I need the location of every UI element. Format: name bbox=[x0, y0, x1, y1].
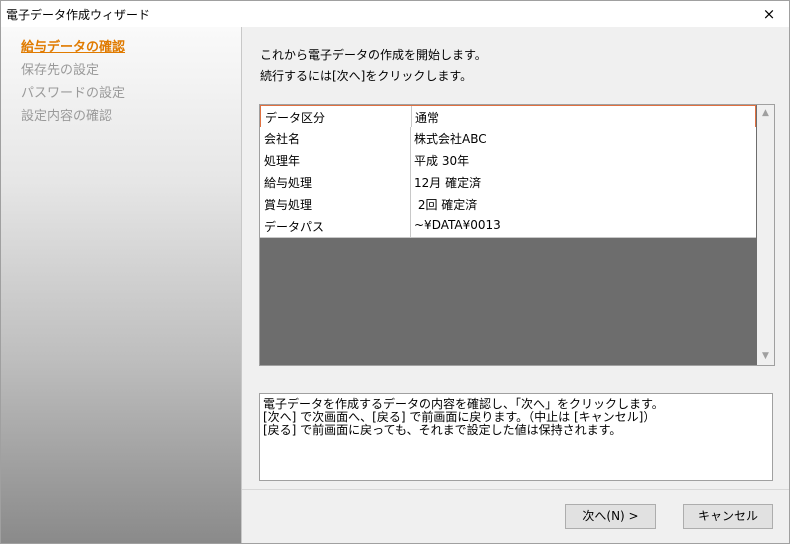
step-password-setting: パスワードの設定 bbox=[21, 86, 126, 101]
main-panel: これから電子データの作成を開始します。 続行するには[次へ]をクリックします。 … bbox=[242, 27, 789, 543]
close-icon[interactable]: × bbox=[749, 1, 789, 27]
cell-key: データ区分 bbox=[265, 111, 326, 125]
table-row[interactable]: 会社名 株式会社ABC bbox=[260, 127, 756, 150]
cell-value: ~¥DATA¥0013 bbox=[414, 218, 501, 232]
cell-value: 平成 30年 bbox=[414, 154, 470, 168]
cell-key: 会社名 bbox=[264, 132, 301, 146]
cell-value: 株式会社ABC bbox=[414, 132, 487, 146]
cell-value: 2回 確定済 bbox=[414, 198, 478, 212]
scroll-down-icon[interactable]: ▼ bbox=[757, 348, 774, 365]
cell-value: 12月 確定済 bbox=[414, 176, 482, 190]
description-box: 電子データを作成するデータの内容を確認し、「次へ」をクリックします。 [次へ] … bbox=[259, 393, 773, 481]
intro-line-1: これから電子データの作成を開始します。 bbox=[260, 48, 487, 62]
description-line-3: [戻る] で前画面に戻っても、それまで設定した値は保持されます。 bbox=[263, 423, 622, 437]
table-row[interactable]: データ区分 通常 bbox=[260, 105, 756, 128]
step-salary-data-check: 給与データの確認 bbox=[21, 40, 126, 55]
column-separator bbox=[410, 171, 411, 193]
window-title: 電子データ作成ウィザード bbox=[6, 8, 151, 22]
column-separator bbox=[410, 215, 411, 237]
cell-key: 給与処理 bbox=[264, 176, 313, 190]
table-row[interactable]: データパス ~¥DATA¥0013 bbox=[260, 215, 756, 238]
cell-key: 賞与処理 bbox=[264, 198, 313, 212]
cell-key: 処理年 bbox=[264, 154, 301, 168]
cell-key: データパス bbox=[264, 220, 325, 234]
wizard-window: 電子データ作成ウィザード × 給与データの確認 保存先の設定 パスワードの設定 … bbox=[0, 0, 790, 544]
cancel-button[interactable]: キャンセル bbox=[683, 504, 773, 529]
column-separator bbox=[410, 127, 411, 149]
footer-divider bbox=[242, 489, 789, 490]
column-separator bbox=[410, 149, 411, 171]
intro-line-2: 続行するには[次へ]をクリックします。 bbox=[260, 69, 473, 83]
table-row[interactable]: 処理年 平成 30年 bbox=[260, 149, 756, 172]
column-separator bbox=[410, 193, 411, 215]
title-bar: 電子データ作成ウィザード × bbox=[1, 1, 789, 27]
data-grid[interactable]: データ区分 通常 会社名 株式会社ABC 処理年 平成 30年 給与処理 12月… bbox=[259, 104, 775, 366]
table-row[interactable]: 賞与処理 2回 確定済 bbox=[260, 193, 756, 216]
step-save-location: 保存先の設定 bbox=[21, 63, 100, 78]
table-row[interactable]: 給与処理 12月 確定済 bbox=[260, 171, 756, 194]
vertical-scrollbar[interactable]: ▲ ▼ bbox=[757, 105, 774, 365]
wizard-steps-sidebar: 給与データの確認 保存先の設定 パスワードの設定 設定内容の確認 bbox=[1, 27, 242, 543]
column-separator bbox=[411, 106, 412, 127]
next-button[interactable]: 次へ(N) > bbox=[565, 504, 656, 529]
scroll-up-icon[interactable]: ▲ bbox=[757, 105, 774, 122]
cell-value: 通常 bbox=[415, 111, 440, 125]
step-settings-confirm: 設定内容の確認 bbox=[21, 109, 113, 124]
